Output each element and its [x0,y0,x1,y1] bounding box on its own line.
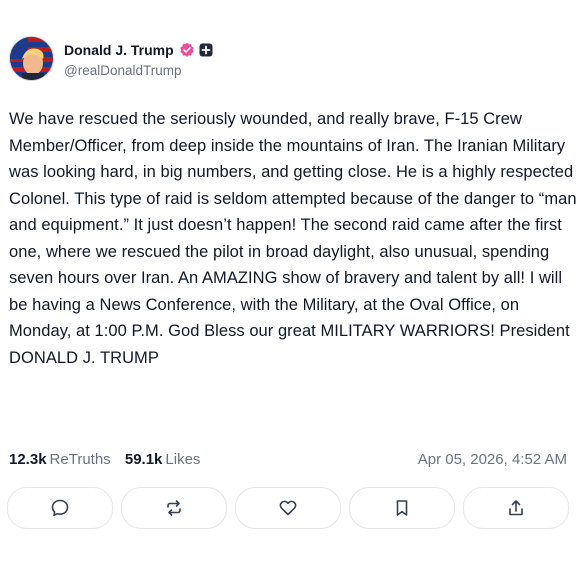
likes-label: Likes [165,451,201,468]
retruths-label: ReTruths [49,451,111,468]
retruths-stat[interactable]: 12.3k ReTruths [9,451,111,468]
truth-post: Donald J. Trump @realDonaldTrump We have… [0,0,584,585]
plus-badge-icon [199,43,213,57]
name-row: Donald J. Trump [64,40,213,60]
author-names: Donald J. Trump @realDonaldTrump [64,40,213,78]
likes-stat[interactable]: 59.1k Likes [125,451,201,468]
author-handle[interactable]: @realDonaldTrump [64,63,213,78]
likes-count: 59.1k [124,451,163,468]
like-button[interactable] [235,487,341,529]
post-header: Donald J. Trump @realDonaldTrump [9,36,213,81]
retruths-count: 12.3k [9,451,47,468]
action-bar [7,487,569,529]
author-display-name[interactable]: Donald J. Trump [64,42,174,58]
reply-button[interactable] [7,487,113,529]
retruth-button[interactable] [121,487,227,529]
post-timestamp[interactable]: Apr 05, 2026, 4:52 AM [418,451,567,468]
avatar[interactable] [9,36,54,81]
share-icon [509,500,523,516]
bookmark-button[interactable] [349,487,455,529]
bookmark-icon [396,500,408,516]
avatar-image [10,37,53,80]
heart-icon [279,500,297,516]
post-stats: 12.3k ReTruths 59.1k Likes Apr 05, 2026, 4… [9,451,567,471]
repost-icon [167,500,181,516]
share-button[interactable] [463,487,569,529]
post-body: We have rescued the seriously wounded, a… [9,110,577,367]
reply-bubble-icon [51,499,69,517]
verified-check-icon [179,42,195,58]
